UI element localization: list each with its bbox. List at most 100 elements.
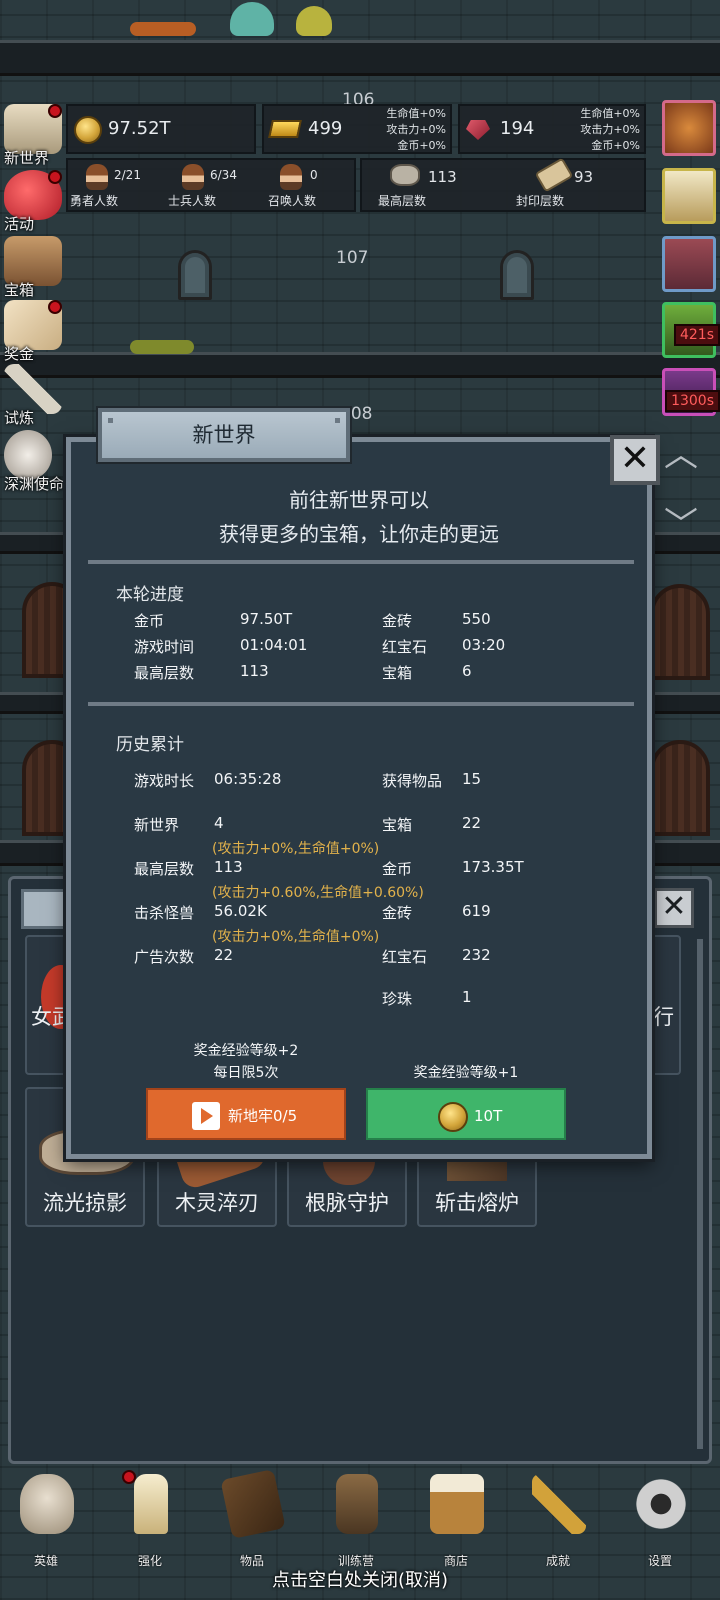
gold-coin-icon [74, 116, 102, 144]
panel-close-icon[interactable]: ✕ [654, 888, 694, 928]
skull-icon [20, 1474, 74, 1534]
close-icon[interactable]: ✕ [610, 435, 660, 485]
stat-value: 56.02K [214, 902, 267, 920]
nav-item-training[interactable]: 训练营 [316, 1470, 396, 1570]
hero-count-label: 勇者人数 [70, 194, 119, 208]
left-button-limit: 每日限5次 [213, 1065, 279, 1081]
nav-item-settings[interactable]: 设置 [620, 1470, 700, 1570]
stat-label: 游戏时间 [134, 638, 195, 656]
sidebar-label: 奖金 [4, 345, 35, 363]
candle-bonus-button[interactable] [662, 168, 716, 224]
sidebar-item-event[interactable]: 活动 [0, 168, 72, 234]
scroll-up-arrow-icon[interactable]: ︿ [656, 430, 706, 480]
stat-value: 113 [214, 858, 243, 876]
button-label: 10T [474, 1107, 503, 1125]
panel-scrollbar[interactable] [697, 939, 703, 1449]
scroll-down-arrow-icon[interactable]: ﹀ [656, 500, 706, 550]
stat-value: 03:20 [462, 636, 506, 654]
gold-bar-icon [268, 120, 302, 138]
sidebar-item-bonus[interactable]: 奖金 [0, 298, 72, 364]
nav-item-upgrade[interactable]: 强化 [110, 1470, 190, 1570]
dropped-item [130, 340, 194, 354]
stat-value: 22 [462, 814, 482, 832]
gold-bar-value: 499 [308, 118, 343, 139]
stone-icon [390, 164, 420, 186]
bonus-text: (攻击力+0%,生命值+0%) [212, 841, 380, 857]
gold-bar-bonus: 生命值+0% 攻击力+0% 金币+0% [386, 107, 446, 152]
soldier-icon [182, 164, 204, 190]
nav-item-shop[interactable]: 商店 [416, 1470, 496, 1570]
stat-value: 22 [214, 946, 234, 964]
dropped-item [130, 22, 196, 36]
candle-icon [134, 1474, 168, 1534]
dialog-title: 新世界 [98, 408, 350, 462]
stat-label: 红宝石 [382, 638, 428, 656]
sidebar-item-new-world[interactable]: 新世界 [0, 102, 72, 168]
nav-item-items[interactable]: 物品 [212, 1469, 292, 1570]
stat-value: 113 [240, 662, 269, 680]
floor-number: 107 [336, 248, 369, 268]
stat-label: 金砖 [382, 612, 413, 630]
sidebar-item-chest[interactable]: 宝箱 [0, 234, 72, 300]
bonus-text: (攻击力+0.60%,生命值+0.60%) [212, 885, 424, 901]
floor-record-panel: 113 最高层数 93 封印层数 [360, 157, 646, 212]
divider [88, 560, 634, 564]
stat-label: 获得物品 [382, 772, 443, 790]
sidebar-label: 深渊使命 [4, 475, 65, 493]
dungeon-door [650, 740, 710, 836]
stat-value: 97.50T [240, 610, 293, 628]
round-progress-title: 本轮进度 [116, 585, 184, 605]
nav-item-achievement[interactable]: 成就 [518, 1470, 598, 1570]
onion-bonus-button[interactable] [662, 100, 716, 156]
stat-value: 15 [462, 770, 482, 788]
stat-value: 173.35T [462, 858, 524, 876]
floor-ledge [0, 40, 720, 76]
wall-window [178, 250, 212, 300]
stat-label: 金币 [134, 612, 165, 630]
video-play-icon [192, 1102, 220, 1130]
stat-label: 金砖 [382, 904, 413, 922]
stat-label: 宝箱 [382, 664, 413, 682]
scroll-icon [534, 157, 574, 193]
button-label: 新地牢0/5 [228, 1107, 298, 1125]
new-dungeon-ad-button[interactable]: 新地牢0/5 [146, 1088, 346, 1140]
lantern-icon [336, 1474, 378, 1534]
slime-monster [296, 6, 332, 36]
beer-mug-icon [430, 1474, 484, 1534]
new-world-gold-button[interactable]: 10T [366, 1088, 566, 1140]
seal-floor-value: 93 [574, 168, 594, 186]
stat-label: 珍珠 [382, 990, 413, 1008]
summon-icon [280, 164, 302, 190]
hero-count: 2/21 [114, 168, 141, 182]
max-floor-value: 113 [428, 168, 457, 186]
stat-value: 06:35:28 [214, 770, 282, 788]
history-title: 历史累计 [116, 735, 184, 755]
gold-bar-panel[interactable]: 499 生命值+0% 攻击力+0% 金币+0% [262, 104, 452, 154]
sidebar-item-trial[interactable]: 试炼 [0, 362, 72, 428]
wall-window [500, 250, 534, 300]
tap-to-close-hint[interactable]: 点击空白处关闭(取消) [0, 1566, 720, 1592]
ruby-panel[interactable]: 194 生命值+0% 攻击力+0% 金币+0% [458, 104, 646, 154]
nav-item-hero[interactable]: 英雄 [6, 1470, 86, 1570]
gold-panel: 97.52T [66, 104, 256, 154]
sidebar-item-abyss[interactable]: 深渊使命 [0, 428, 72, 494]
ruby-value: 194 [500, 118, 535, 139]
stat-value: 4 [214, 814, 224, 832]
meat-bonus-button[interactable] [662, 236, 716, 292]
left-button-note: 奖金经验等级+2 [193, 1043, 299, 1059]
stat-label: 新世界 [134, 816, 180, 834]
stat-label: 红宝石 [382, 948, 428, 966]
skill-card-partial[interactable]: 行 [651, 935, 681, 1075]
summon-count: 0 [310, 168, 318, 182]
stat-label: 金币 [382, 860, 413, 878]
floor-ledge [0, 352, 720, 378]
sidebar-label: 试炼 [4, 409, 35, 427]
gold-value: 97.52T [108, 118, 171, 139]
gold-coin-icon [438, 1102, 468, 1132]
unit-count-panel: 2/21 勇者人数 6/34 士兵人数 0 召唤人数 [66, 158, 356, 212]
ruby-bonus: 生命值+0% 攻击力+0% 金币+0% [580, 107, 640, 152]
book-icon [220, 1469, 286, 1539]
ruby-icon [466, 120, 490, 140]
dialog-intro-line2: 获得更多的宝箱，让你走的更远 [219, 522, 499, 546]
stat-label: 最高层数 [134, 860, 195, 878]
